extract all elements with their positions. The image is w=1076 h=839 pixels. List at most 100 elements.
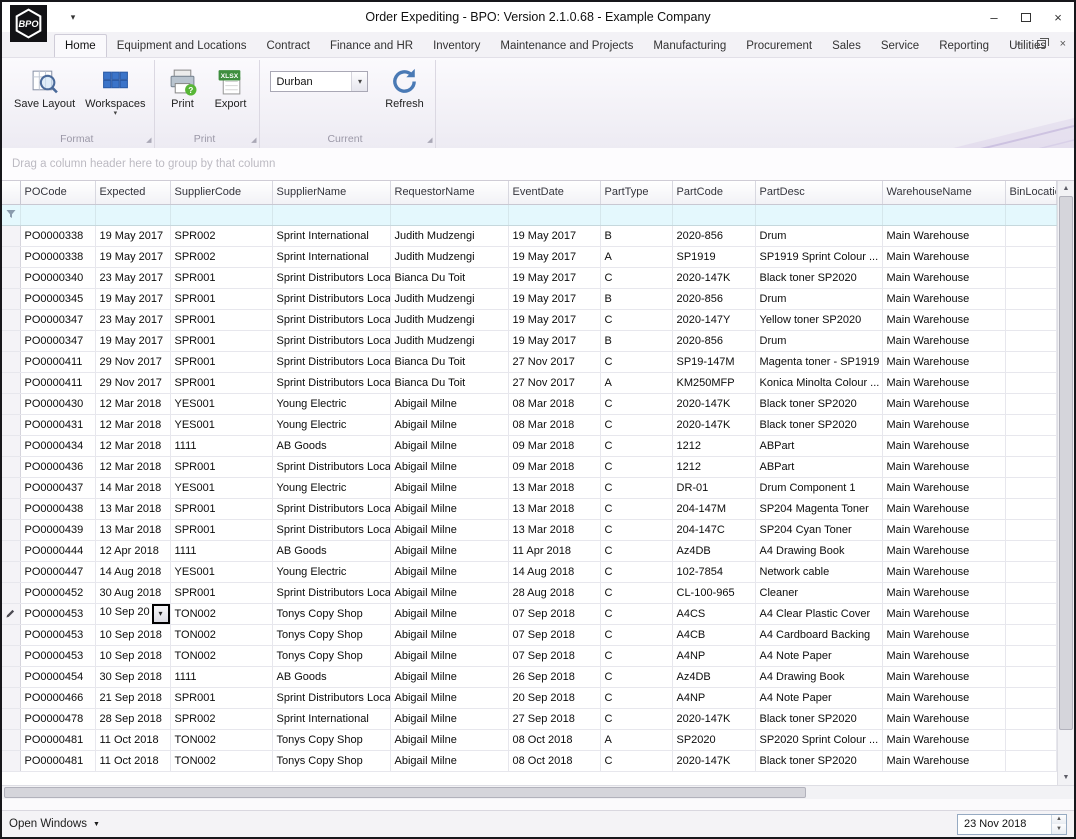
cell-parttype[interactable]: C (600, 393, 673, 415)
cell-binlocationname[interactable] (1005, 561, 1057, 583)
cell-suppliername[interactable]: Sprint Distributors Local (272, 309, 391, 331)
cell-partcode[interactable]: SP1919 (672, 246, 756, 268)
cell-requestorname[interactable]: Abigail Milne (390, 414, 509, 436)
table-row[interactable]: PO0000411 29 Nov 2017 SPR001 Sprint Distrib… (2, 372, 1057, 394)
cell-suppliername[interactable]: Sprint Distributors Local (272, 687, 391, 709)
cell-eventdate[interactable]: 20 Sep 2018 (508, 687, 601, 709)
cell-suppliercode[interactable]: SPR001 (170, 330, 273, 352)
table-row[interactable]: PO0000431 12 Mar 2018 YES001 Young Electric… (2, 414, 1057, 436)
cell-partcode[interactable]: 2020-147K (672, 750, 756, 772)
cell-partdesc[interactable]: Network cable (755, 561, 883, 583)
cell-expected[interactable]: 29 Nov 2017 (95, 372, 171, 394)
cell-requestorname[interactable]: Abigail Milne (390, 624, 509, 646)
cell-eventdate[interactable]: 08 Mar 2018 (508, 393, 601, 415)
cell-warehousename[interactable]: Main Warehouse (882, 456, 1006, 478)
cell-suppliername[interactable]: Young Electric (272, 414, 391, 436)
table-row[interactable]: PO0000347 19 May 2017 SPR001 Sprint Distrib… (2, 330, 1057, 352)
cell-partdesc[interactable]: Black toner SP2020 (755, 267, 883, 289)
cell-partcode[interactable]: 204-147C (672, 519, 756, 541)
cell-suppliername[interactable]: Sprint Distributors Local (272, 288, 391, 310)
cell-requestorname[interactable]: Bianca Du Toit (390, 372, 509, 394)
close-button[interactable]: × (1042, 4, 1074, 30)
cell-suppliercode[interactable]: SPR001 (170, 456, 273, 478)
cell-partcode[interactable]: DR-01 (672, 477, 756, 499)
cell-suppliercode[interactable]: SPR001 (170, 582, 273, 604)
cell-expected[interactable]: 14 Mar 2018 (95, 477, 171, 499)
cell-suppliername[interactable]: Sprint Distributors Local (272, 351, 391, 373)
cell-parttype[interactable]: C (600, 414, 673, 436)
table-row[interactable]: PO0000481 11 Oct 2018 TON002 Tonys Copy Sho… (2, 729, 1057, 751)
table-row[interactable]: PO0000434 12 Mar 2018 1111 AB Goods Abigail … (2, 435, 1057, 457)
cell-partcode[interactable]: SP19-147M (672, 351, 756, 373)
cell-partdesc[interactable]: Cleaner (755, 582, 883, 604)
bpo-logo[interactable]: BPO (10, 5, 47, 42)
table-row[interactable]: PO0000338 19 May 2017 SPR002 Sprint Interna… (2, 225, 1057, 247)
cell-pocode[interactable]: PO0000437 (20, 477, 96, 499)
workspaces-button[interactable]: Workspaces ▾ (81, 63, 149, 117)
cell-parttype[interactable]: C (600, 666, 673, 688)
cell-eventdate[interactable]: 13 Mar 2018 (508, 498, 601, 520)
cell-expected[interactable]: 23 May 2017 (95, 309, 171, 331)
scroll-down-icon[interactable]: ▼ (1058, 770, 1074, 785)
cell-expected[interactable]: 13 Mar 2018 (95, 519, 171, 541)
cell-parttype[interactable]: C (600, 456, 673, 478)
cell-suppliercode[interactable]: SPR001 (170, 288, 273, 310)
horizontal-scroll-thumb[interactable] (4, 787, 806, 798)
cell-parttype[interactable]: C (600, 351, 673, 373)
cell-pocode[interactable]: PO0000453 (20, 624, 96, 646)
cell-suppliername[interactable]: Sprint International (272, 708, 391, 730)
tab-service[interactable]: Service (871, 35, 929, 57)
cell-pocode[interactable]: PO0000345 (20, 288, 96, 310)
cell-warehousename[interactable]: Main Warehouse (882, 582, 1006, 604)
filter-cell-partcode[interactable] (672, 204, 756, 226)
filter-cell-warehousename[interactable] (882, 204, 1006, 226)
column-header-binlocationname[interactable]: BinLocationNa (1005, 181, 1057, 205)
cell-suppliername[interactable]: Tonys Copy Shop (272, 645, 391, 667)
table-row[interactable]: PO0000454 30 Sep 2018 1111 AB Goods Abigail … (2, 666, 1057, 688)
cell-pocode[interactable]: PO0000338 (20, 225, 96, 247)
cell-partcode[interactable]: 2020-856 (672, 288, 756, 310)
cell-requestorname[interactable]: Abigail Milne (390, 582, 509, 604)
column-header-partcode[interactable]: PartCode (672, 181, 756, 205)
cell-partdesc[interactable]: A4 Drawing Book (755, 666, 883, 688)
cell-partdesc[interactable]: A4 Note Paper (755, 645, 883, 667)
cell-partdesc[interactable]: Drum (755, 288, 883, 310)
cell-partdesc[interactable]: A4 Cardboard Backing (755, 624, 883, 646)
site-combobox[interactable]: Durban ▾ (270, 71, 369, 92)
export-button[interactable]: XLSX Export (206, 63, 254, 110)
quick-access-dropdown-icon[interactable]: ▾ (64, 12, 82, 23)
cell-eventdate[interactable]: 27 Nov 2017 (508, 372, 601, 394)
table-row[interactable]: PO0000452 30 Aug 2018 SPR001 Sprint Distrib… (2, 582, 1057, 604)
cell-binlocationname[interactable] (1005, 225, 1057, 247)
cell-requestorname[interactable]: Abigail Milne (390, 540, 509, 562)
table-row[interactable]: PO0000466 21 Sep 2018 SPR001 Sprint Distrib… (2, 687, 1057, 709)
cell-expected[interactable]: 10 Sep 2018 (95, 624, 171, 646)
tab-contract[interactable]: Contract (256, 35, 319, 57)
cell-eventdate[interactable]: 19 May 2017 (508, 309, 601, 331)
cell-warehousename[interactable]: Main Warehouse (882, 309, 1006, 331)
cell-pocode[interactable]: PO0000430 (20, 393, 96, 415)
cell-expected[interactable]: 30 Aug 2018 (95, 582, 171, 604)
cell-expected[interactable]: 12 Mar 2018 (95, 435, 171, 457)
cell-requestorname[interactable]: Judith Mudzengi (390, 246, 509, 268)
filter-cell-parttype[interactable] (600, 204, 673, 226)
site-combobox-dropdown-icon[interactable]: ▾ (351, 72, 368, 91)
cell-warehousename[interactable]: Main Warehouse (882, 330, 1006, 352)
tab-sales[interactable]: Sales (822, 35, 871, 57)
cell-binlocationname[interactable] (1005, 519, 1057, 541)
cell-requestorname[interactable]: Bianca Du Toit (390, 267, 509, 289)
filter-cell-eventdate[interactable] (508, 204, 601, 226)
filter-cell-expected[interactable] (95, 204, 171, 226)
cell-requestorname[interactable]: Abigail Milne (390, 561, 509, 583)
cell-binlocationname[interactable] (1005, 666, 1057, 688)
filter-cell-suppliercode[interactable] (170, 204, 273, 226)
cell-partcode[interactable]: A4CS (672, 603, 756, 625)
cell-partdesc[interactable]: A4 Drawing Book (755, 540, 883, 562)
cell-partcode[interactable]: 1212 (672, 456, 756, 478)
current-dialog-launcher-icon[interactable]: ◢ (427, 137, 432, 144)
cell-suppliercode[interactable]: SPR001 (170, 519, 273, 541)
column-header-eventdate[interactable]: EventDate (508, 181, 601, 205)
cell-suppliername[interactable]: Tonys Copy Shop (272, 750, 391, 772)
tab-maintenance-and-projects[interactable]: Maintenance and Projects (490, 35, 643, 57)
cell-parttype[interactable]: C (600, 267, 673, 289)
